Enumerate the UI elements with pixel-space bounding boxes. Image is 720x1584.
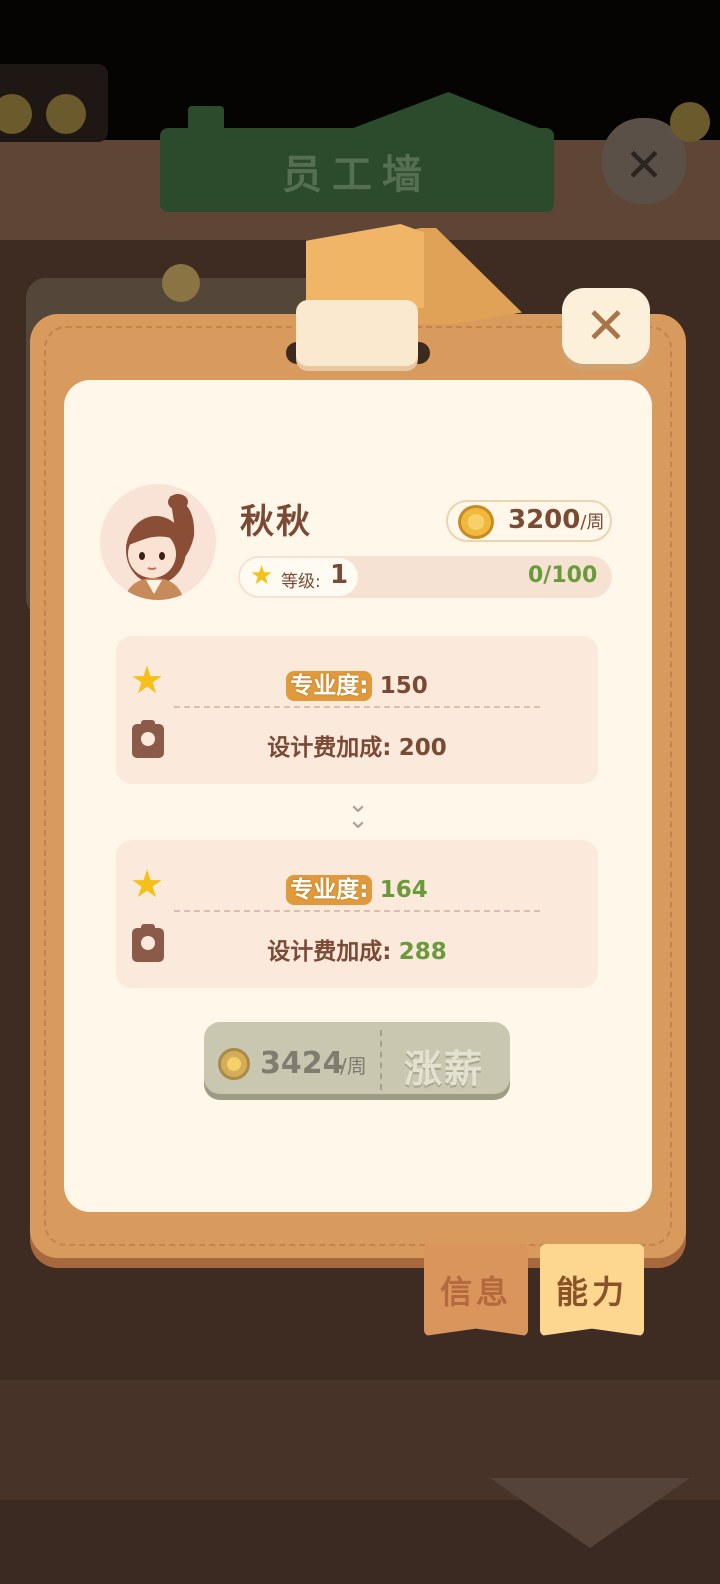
current-stats-card: ★ 专业度: 150 设计费加成: 200 [116,636,598,784]
star-icon: ★ [250,561,274,591]
level-value: 1 [330,560,349,590]
professionalism-row: 专业度: 150 [116,666,598,701]
background-coin-icon [670,102,710,142]
professionalism-row: 专业度: 164 [116,870,598,905]
coin-icon [218,1048,250,1080]
salary-value: 3200/周 [508,505,605,535]
chevron-down-icon: ⌄ ⌄ [347,789,369,835]
background-arrow-icon [490,1478,690,1548]
raise-unit: /周 [340,1054,367,1078]
background-close-icon: ✕ [624,138,664,192]
raise-label: 涨薪 [403,1047,484,1091]
design-bonus-value: 200 [398,735,447,761]
design-bonus-label: 设计费加成: [267,939,392,965]
sign-title: 员工墙 [282,152,432,198]
close-button[interactable]: ✕ [562,288,650,364]
tab-info[interactable]: 信息 [424,1244,528,1336]
staff-wall-sign: 员工墙 [160,92,554,216]
professionalism-label: 专业度: [286,671,373,701]
design-bonus-value: 288 [398,939,447,965]
experience-value: 0/100 [528,563,598,588]
employee-name: 秋秋 [240,502,312,542]
professionalism-value: 150 [379,673,428,699]
employee-avatar [100,484,216,600]
clip-cover [296,300,418,366]
coin-icon [458,505,494,539]
tab-ability[interactable]: 能力 [540,1244,644,1336]
design-bonus-row: 设计费加成: 200 [116,728,598,762]
raise-cost: 3424 [260,1046,344,1081]
divider [174,706,540,708]
level-label: 等级: [281,572,321,592]
design-bonus-row: 设计费加成: 288 [116,932,598,966]
professionalism-value: 164 [379,877,428,903]
design-bonus-label: 设计费加成: [267,735,392,761]
background-pin-icon [162,264,200,302]
next-stats-card: ★ 专业度: 164 设计费加成: 288 [116,840,598,988]
close-icon: ✕ [585,297,627,355]
salary-unit: /周 [580,512,605,533]
professionalism-label: 专业度: [286,875,373,905]
background-cart-icon [0,64,108,142]
raise-divider [380,1030,382,1090]
divider [174,910,540,912]
